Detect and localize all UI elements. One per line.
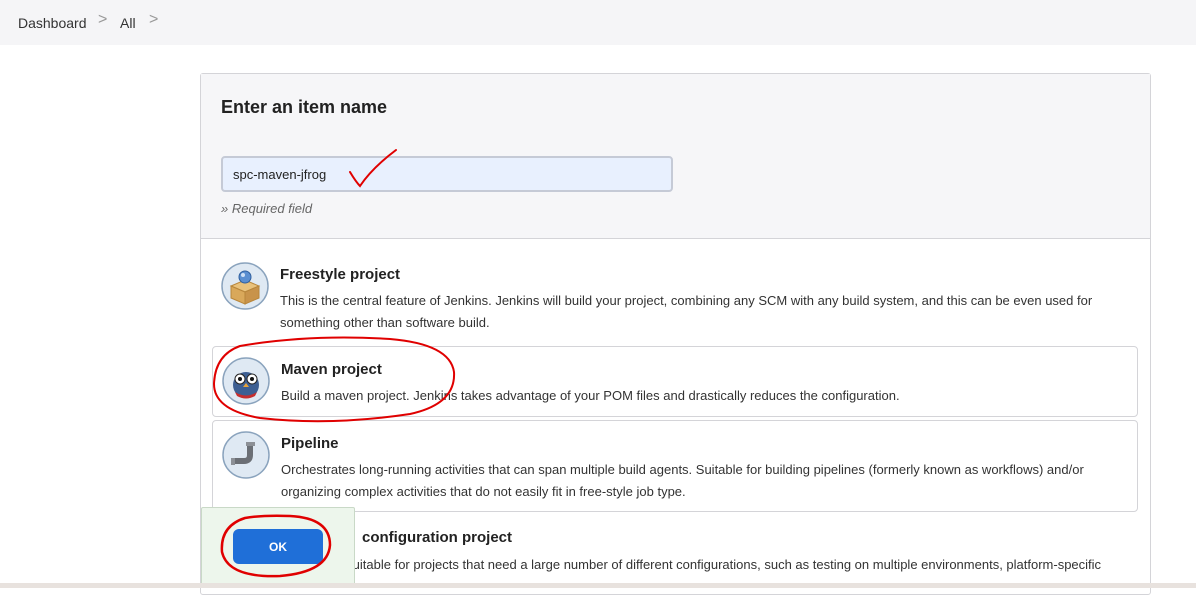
breadcrumb-separator[interactable]: > (149, 11, 158, 29)
item-type-maven[interactable]: Maven project Build a maven project. Jen… (212, 346, 1138, 417)
item-type-title: Freestyle project (280, 266, 401, 283)
maven-owl-icon (222, 357, 270, 405)
item-type-description: Suitable for projects that need a large … (344, 557, 1102, 572)
item-type-title: Maven project (281, 361, 382, 378)
item-type-pipeline[interactable]: Pipeline Orchestrates long-running activ… (212, 420, 1138, 512)
breadcrumb-separator: > (98, 11, 108, 28)
item-name-heading: Enter an item name (221, 97, 388, 117)
item-type-title: Pipeline (281, 435, 339, 452)
breadcrumb-item-all[interactable]: All (120, 15, 136, 31)
item-type-description: This is the central feature of Jenkins. … (280, 293, 1093, 330)
item-name-section: Enter an item name » Required field (201, 74, 1150, 239)
breadcrumb-item-dashboard[interactable]: Dashboard (18, 15, 87, 31)
freestyle-box-icon (221, 262, 269, 310)
bottom-strip (0, 583, 1196, 588)
required-field-hint: » Required field (221, 201, 313, 216)
item-name-input[interactable] (221, 156, 673, 192)
item-type-description: Orchestrates long-running activities tha… (281, 462, 1084, 499)
item-type-title: configuration project (362, 529, 512, 546)
pipeline-pipe-icon (222, 431, 270, 479)
breadcrumb: Dashboard > All > (0, 0, 1196, 45)
item-type-freestyle[interactable]: Freestyle project This is the central fe… (212, 252, 1138, 346)
ok-button-container: OK (201, 507, 355, 585)
item-type-description: Build a maven project. Jenkins takes adv… (281, 388, 900, 403)
ok-button[interactable]: OK (233, 529, 323, 564)
